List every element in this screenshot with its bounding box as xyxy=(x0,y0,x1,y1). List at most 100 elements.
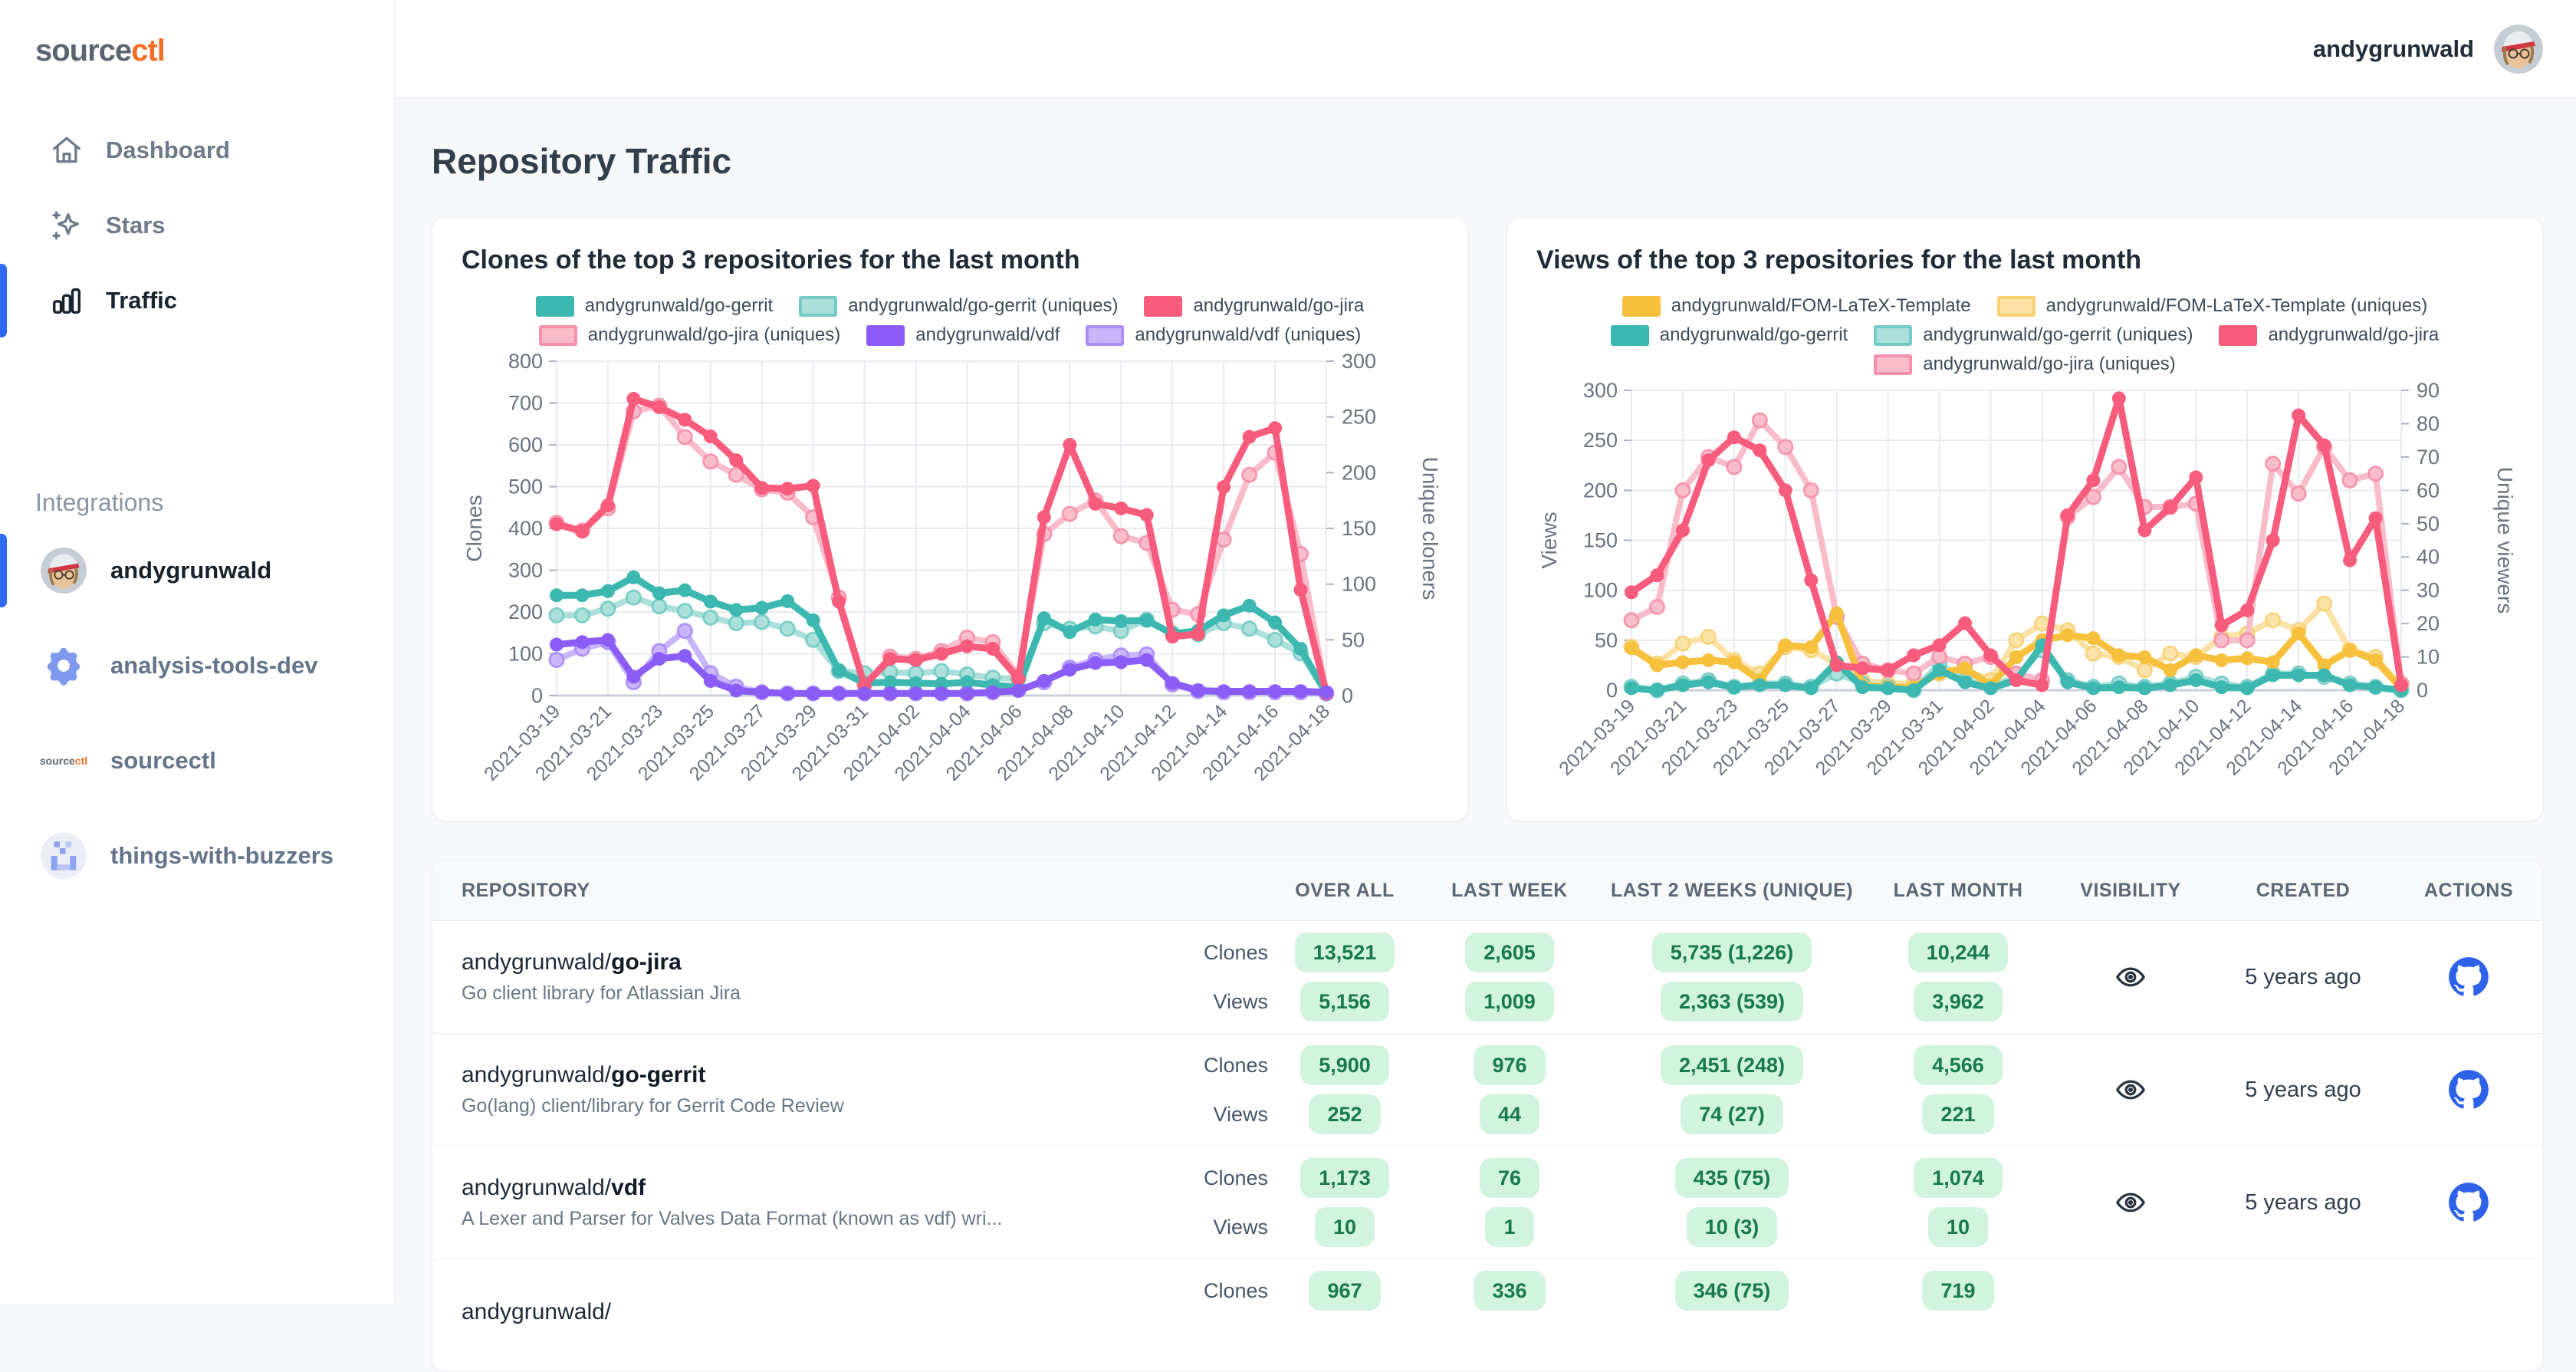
svg-text:Views: Views xyxy=(1537,512,1561,568)
table-header-cell: REPOSITORY xyxy=(462,879,590,901)
repo-cell: andygrunwald/go-gerrit Go(lang) client/l… xyxy=(432,1062,1199,1117)
metric-pill xyxy=(1714,1320,1750,1360)
svg-text:Clones: Clones xyxy=(462,495,486,561)
svg-text:150: 150 xyxy=(1583,529,1618,552)
legend-swatch xyxy=(1874,354,1913,375)
metric-pill xyxy=(1940,1320,1976,1360)
svg-text:250: 250 xyxy=(1583,429,1618,452)
svg-text:20: 20 xyxy=(2417,612,2440,635)
sidebar-item-stars[interactable]: Stars xyxy=(0,188,394,263)
gear-icon xyxy=(40,642,87,689)
legend-item[interactable]: andygrunwald/go-gerrit (uniques) xyxy=(1874,324,2193,346)
legend-label: andygrunwald/go-gerrit xyxy=(1659,324,1848,345)
legend-item[interactable]: andygrunwald/go-jira (uniques) xyxy=(538,324,840,346)
svg-text:200: 200 xyxy=(1342,461,1376,484)
sidebar-item-integration-andygrunwald[interactable]: andygrunwald xyxy=(0,523,394,618)
svg-text:100: 100 xyxy=(508,643,543,666)
sidebar-item-integration-analysis-tools-dev[interactable]: analysis-tools-dev xyxy=(0,618,394,713)
legend-item[interactable]: andygrunwald/FOM-LaTeX-Template xyxy=(1622,295,1971,317)
metric-labels: Clones Views xyxy=(1199,933,1268,1022)
legend-label: andygrunwald/go-jira (uniques) xyxy=(1923,354,2176,374)
legend-item[interactable]: andygrunwald/go-jira xyxy=(2219,324,2439,346)
metric-pill: 10,244 xyxy=(1907,933,2009,972)
active-indicator xyxy=(0,534,7,607)
github-icon[interactable] xyxy=(2448,956,2489,998)
svg-text:200: 200 xyxy=(1583,479,1618,502)
page-title: Repository Traffic xyxy=(432,141,732,181)
metric-pill: 719 xyxy=(1922,1271,1994,1311)
legend-swatch xyxy=(2219,324,2258,346)
overall-column: 5,900 252 xyxy=(1268,1045,1421,1134)
last-month-column: 1,074 10 xyxy=(1866,1158,2050,1247)
svg-text:70: 70 xyxy=(2417,446,2440,469)
metric-pill: 976 xyxy=(1474,1045,1546,1085)
svg-text:500: 500 xyxy=(508,475,543,498)
overall-column: 13,521 5,156 xyxy=(1268,933,1421,1022)
svg-text:300: 300 xyxy=(1342,350,1376,373)
eye-icon[interactable] xyxy=(2112,1186,2149,1219)
user-avatar-icon xyxy=(40,547,87,594)
eye-icon[interactable] xyxy=(2112,961,2149,993)
logo-text-primary: source xyxy=(35,34,132,67)
metric-pill: 76 xyxy=(1479,1158,1540,1198)
legend-label: andygrunwald/go-gerrit (uniques) xyxy=(1923,324,2193,345)
svg-text:0: 0 xyxy=(1342,684,1353,707)
views-label: Views xyxy=(1213,1215,1268,1239)
metric-pill: 2,451 (248) xyxy=(1660,1045,1804,1085)
table-header-cell: LAST 2 WEEKS (UNIQUE) xyxy=(1610,879,1854,901)
legend-item[interactable]: andygrunwald/go-jira (uniques) xyxy=(1874,354,2176,375)
table-row[interactable]: andygrunwald/ Clones 967 336 346 (75) 71… xyxy=(432,1258,2542,1371)
legend-item[interactable]: andygrunwald/go-gerrit xyxy=(1610,324,1848,346)
integrations-section-label: Integrations xyxy=(35,489,164,516)
table-row[interactable]: andygrunwald/vdf A Lexer and Parser for … xyxy=(432,1146,2542,1258)
svg-text:0: 0 xyxy=(531,684,543,707)
repo-description: A Lexer and Parser for Valves Data Forma… xyxy=(462,1208,1003,1229)
github-icon[interactable] xyxy=(2448,1069,2489,1110)
sidebar-item-integration-sourcectl[interactable]: sourcectl sourcectl xyxy=(0,713,394,808)
views-chart-legend: andygrunwald/FOM-LaTeX-Template andygrunw… xyxy=(1535,295,2515,375)
legend-item[interactable]: andygrunwald/FOM-LaTeX-Template (uniques… xyxy=(1996,295,2427,317)
legend-item[interactable]: andygrunwald/go-jira xyxy=(1144,295,1364,317)
svg-text:100: 100 xyxy=(1342,573,1376,596)
legend-row: andygrunwald/go-gerrit andygrunwald/go-ge… xyxy=(460,295,1440,317)
views-label: Views xyxy=(1213,1102,1268,1126)
legend-label: andygrunwald/go-gerrit xyxy=(584,295,774,316)
sidebar: sourcectl Dashboard Stars Traffic Integr… xyxy=(0,0,395,1304)
svg-text:50: 50 xyxy=(1595,629,1618,652)
repo-name[interactable]: andygrunwald/vdf xyxy=(462,1175,1199,1201)
legend-item[interactable]: andygrunwald/vdf xyxy=(866,324,1060,346)
legend-swatch xyxy=(866,324,905,346)
chart-cards: Clones of the top 3 repositories for the… xyxy=(432,217,2543,821)
svg-text:400: 400 xyxy=(508,517,543,540)
legend-item[interactable]: andygrunwald/go-gerrit xyxy=(535,295,774,317)
sourcectl-logo-icon: sourcectl xyxy=(39,755,88,767)
legend-swatch xyxy=(1610,324,1649,346)
table-header-cell: LAST MONTH xyxy=(1893,879,2023,901)
legend-item[interactable]: andygrunwald/vdf (uniques) xyxy=(1086,324,1361,346)
repo-name[interactable]: andygrunwald/go-gerrit xyxy=(462,1062,1199,1088)
legend-item[interactable]: andygrunwald/go-gerrit (uniques) xyxy=(799,295,1118,317)
views-label: Views xyxy=(1213,989,1268,1013)
repo-name[interactable]: andygrunwald/go-jira xyxy=(462,949,1199,976)
table-row[interactable]: andygrunwald/go-jira Go client library f… xyxy=(432,921,2542,1033)
metric-pill: 1,009 xyxy=(1465,982,1554,1022)
github-icon[interactable] xyxy=(2448,1182,2489,1223)
last-month-column: 10,244 3,962 xyxy=(1866,933,2050,1022)
metric-pill: 5,156 xyxy=(1300,982,1389,1022)
legend-swatch xyxy=(1086,324,1125,346)
sidebar-item-label: Dashboard xyxy=(106,137,230,163)
topbar-avatar[interactable] xyxy=(2494,25,2543,74)
metric-labels: Clones Views xyxy=(1199,1158,1268,1247)
bar-chart-icon xyxy=(49,283,84,318)
sidebar-item-integration-things-with-buzzers[interactable]: things-with-buzzers xyxy=(0,808,394,903)
legend-row: andygrunwald/FOM-LaTeX-Template andygrunw… xyxy=(1535,295,2515,317)
sidebar-item-traffic[interactable]: Traffic xyxy=(0,263,394,338)
metric-pill: 252 xyxy=(1309,1094,1381,1134)
last-week-column: 976 44 xyxy=(1421,1045,1598,1134)
sidebar-item-dashboard[interactable]: Dashboard xyxy=(0,113,394,188)
repo-name[interactable]: andygrunwald/ xyxy=(462,1299,1199,1325)
table-row[interactable]: andygrunwald/go-gerrit Go(lang) client/l… xyxy=(432,1033,2542,1146)
topbar-username: andygrunwald xyxy=(2312,35,2474,62)
repo-description: Go client library for Atlassian Jira xyxy=(462,982,741,1004)
eye-icon[interactable] xyxy=(2112,1074,2149,1106)
